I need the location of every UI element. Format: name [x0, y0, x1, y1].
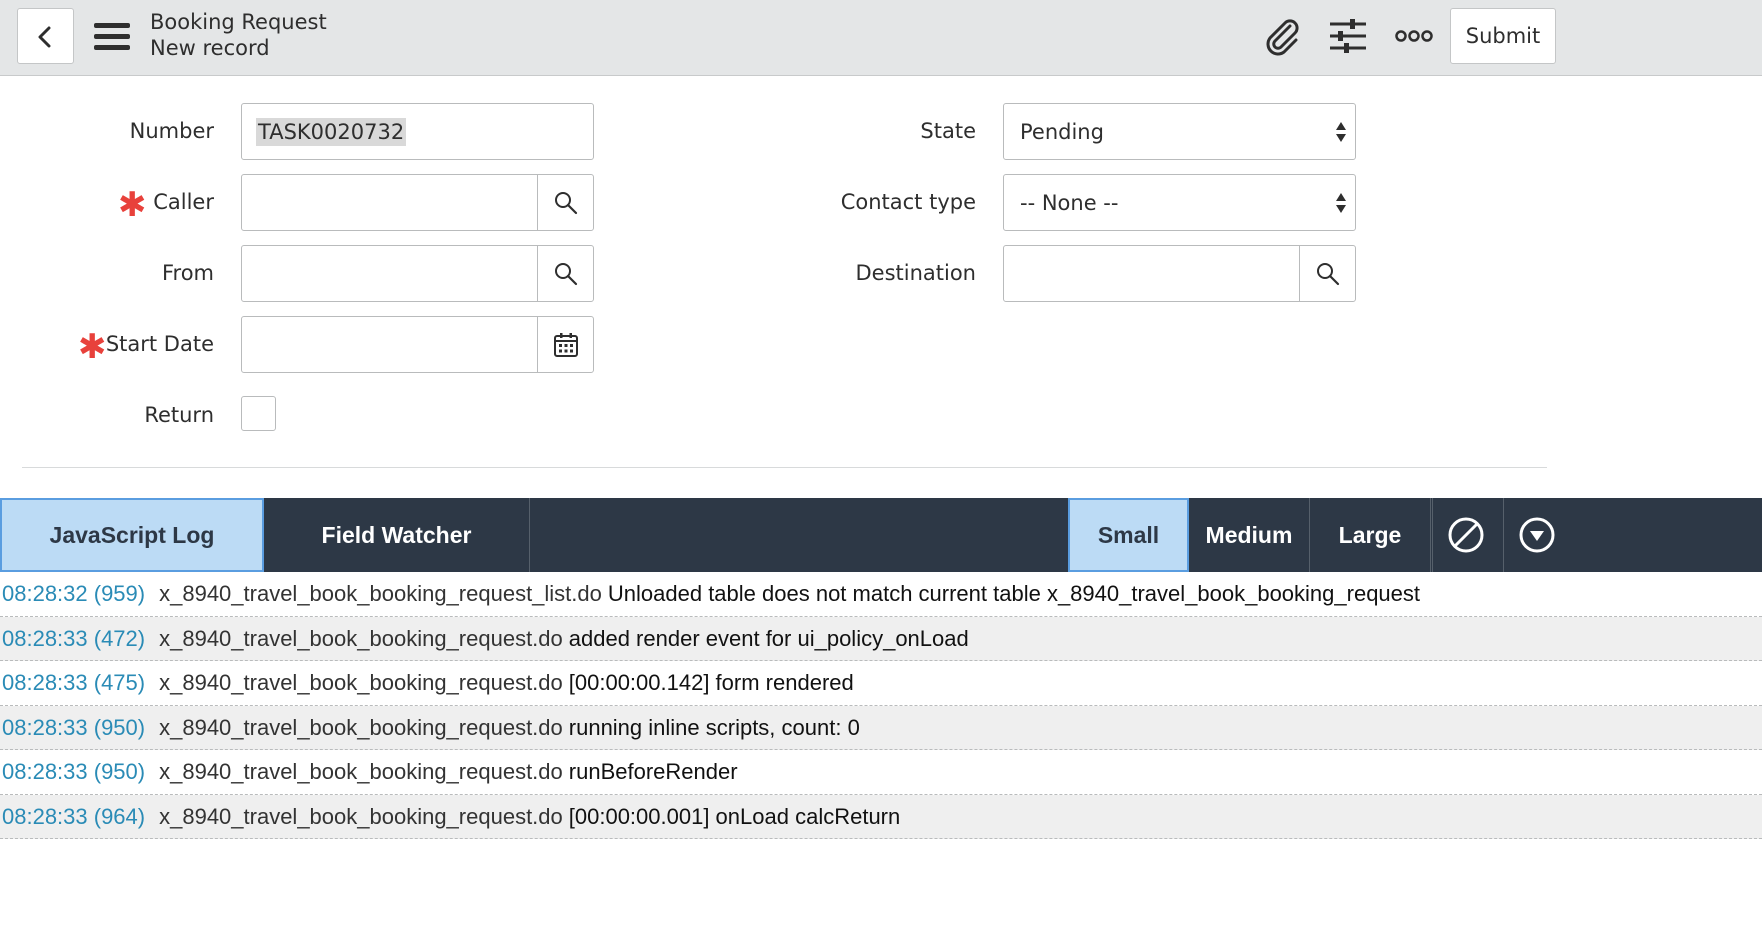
search-icon	[1317, 263, 1340, 286]
tab-javascript-log[interactable]: JavaScript Log	[0, 498, 264, 572]
log-timestamp: 08:28:33 (950)	[2, 759, 146, 784]
debug-toolbar: JavaScript Log Field Watcher Small Mediu…	[0, 498, 1762, 572]
log-message: running inline scripts, count: 0	[568, 714, 860, 740]
log-row: 08:28:33 (964) x_8940_travel_book_booking…	[0, 794, 1762, 839]
log-row: 08:28:33 (472) x_8940_travel_book_booking…	[0, 616, 1762, 661]
calendar-icon	[554, 333, 578, 357]
calendar-button[interactable]	[537, 317, 593, 372]
size-medium-button[interactable]: Medium	[1189, 498, 1310, 572]
clear-log-button[interactable]	[1432, 498, 1498, 572]
log-message: runBeforeRender	[568, 759, 738, 784]
tab-field-watcher[interactable]: Field Watcher	[264, 498, 530, 572]
search-icon	[555, 263, 578, 286]
menu-icon[interactable]	[94, 23, 130, 51]
javascript-log: 08:28:32 (959) x_8940_travel_book_booking…	[0, 572, 1762, 839]
destination-field[interactable]	[1003, 245, 1356, 302]
size-large-button[interactable]: Large	[1310, 498, 1431, 572]
log-source: x_8940_travel_book_booking_request.do	[159, 670, 563, 695]
search-icon	[555, 192, 578, 215]
collapse-icon	[1519, 517, 1555, 553]
page-subtitle: New record	[150, 36, 270, 60]
log-row: 08:28:33 (950) x_8940_travel_book_booking…	[0, 750, 1762, 795]
page-title: Booking Request	[150, 10, 327, 34]
state-label: State	[920, 119, 976, 143]
collapse-panel-button[interactable]	[1503, 498, 1569, 572]
log-source: x_8940_travel_book_booking_request.do	[159, 759, 563, 784]
log-timestamp: 08:28:32 (959)	[2, 581, 146, 606]
contact-type-select[interactable]: -- None --	[1003, 174, 1356, 231]
record-title: Booking Request New record	[150, 9, 327, 61]
submit-button[interactable]: Submit	[1450, 8, 1556, 64]
destination-label: Destination	[855, 261, 976, 285]
state-value: Pending	[1020, 120, 1104, 144]
from-label: From	[161, 261, 214, 285]
paperclip-icon[interactable]	[1262, 16, 1302, 56]
contact-type-label: Contact type	[840, 190, 976, 214]
back-icon	[38, 26, 51, 48]
state-select[interactable]: Pending	[1003, 103, 1356, 160]
log-timestamp: 08:28:33 (964)	[2, 803, 146, 829]
start-date-label: Start Date	[105, 332, 214, 356]
number-label: Number	[129, 119, 214, 143]
destination-lookup-button[interactable]	[1299, 246, 1355, 301]
log-message: added render event for ui_policy_onLoad	[568, 625, 969, 651]
start-date-field[interactable]	[241, 316, 594, 373]
log-source: x_8940_travel_book_booking_request.do	[159, 803, 563, 829]
from-lookup-button[interactable]	[537, 246, 593, 301]
log-timestamp: 08:28:33 (950)	[2, 714, 146, 740]
caller-lookup-button[interactable]	[537, 175, 593, 230]
log-row: 08:28:33 (950) x_8940_travel_book_booking…	[0, 705, 1762, 750]
number-field[interactable]: TASK0020732	[241, 103, 594, 160]
caller-field[interactable]	[241, 174, 594, 231]
size-small-button[interactable]: Small	[1068, 498, 1189, 572]
contact-type-value: -- None --	[1020, 191, 1119, 215]
sliders-icon[interactable]	[1328, 16, 1368, 56]
log-row: 08:28:33 (475) x_8940_travel_book_booking…	[0, 661, 1762, 706]
more-icon[interactable]	[1394, 16, 1434, 56]
log-source: x_8940_travel_book_booking_request.do	[159, 625, 563, 651]
select-arrows-icon	[1336, 122, 1346, 142]
log-source: x_8940_travel_book_booking_request.do	[159, 714, 563, 740]
clear-icon	[1448, 517, 1484, 553]
back-button[interactable]	[17, 8, 74, 64]
form-header: Booking Request New record Submit	[0, 0, 1762, 76]
log-message: [00:00:00.001] onLoad calcReturn	[568, 803, 901, 829]
return-label: Return	[144, 403, 214, 427]
log-timestamp: 08:28:33 (472)	[2, 625, 146, 651]
log-message: [00:00:00.142] form rendered	[568, 670, 854, 695]
section-divider	[22, 467, 1547, 468]
number-value: TASK0020732	[256, 118, 407, 146]
from-field[interactable]	[241, 245, 594, 302]
log-source: x_8940_travel_book_booking_request_list.…	[159, 581, 602, 606]
caller-label: Caller	[153, 190, 214, 214]
log-timestamp: 08:28:33 (475)	[2, 670, 146, 695]
log-message: Unloaded table does not match current ta…	[607, 581, 1421, 606]
select-arrows-icon	[1336, 193, 1346, 213]
return-checkbox[interactable]	[241, 396, 276, 431]
log-row: 08:28:32 (959) x_8940_travel_book_booking…	[0, 572, 1762, 617]
